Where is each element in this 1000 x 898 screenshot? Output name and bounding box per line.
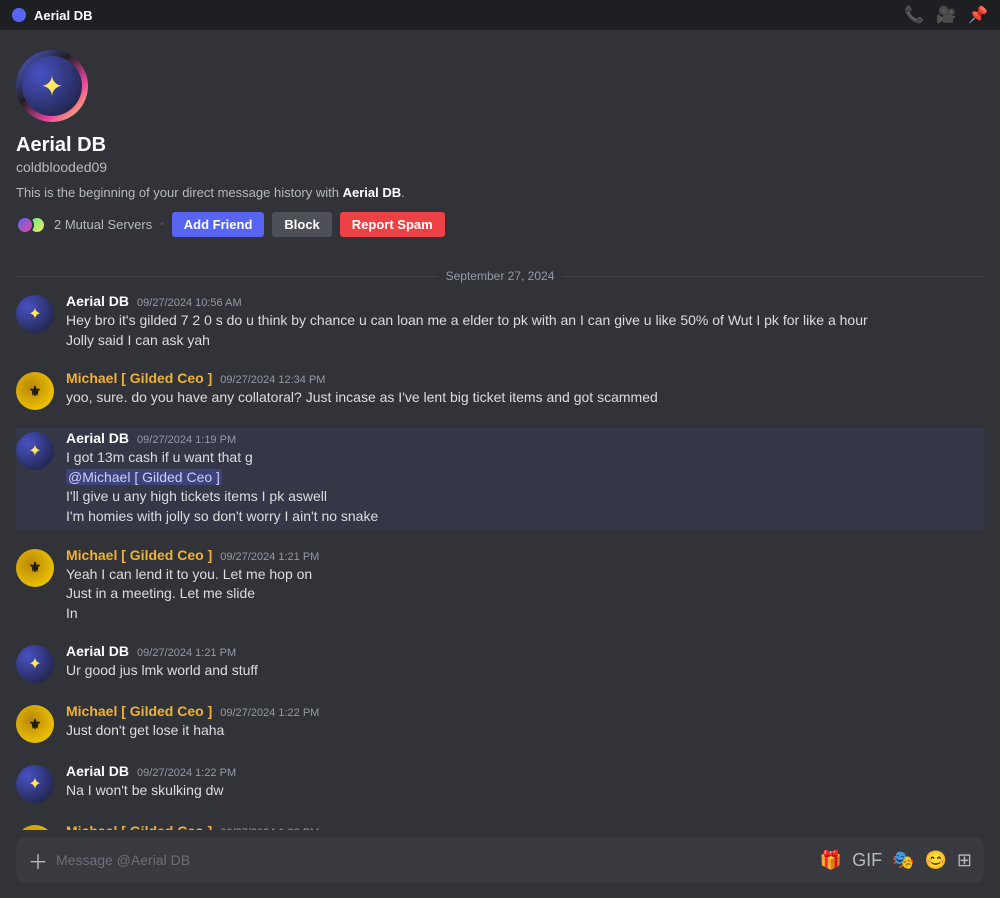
app-icon — [12, 8, 26, 22]
message-header: Aerial DB 09/27/2024 1:19 PM — [66, 430, 984, 446]
message-header: Aerial DB 09/27/2024 1:21 PM — [66, 643, 984, 659]
message-header: Michael [ Gilded Ceo ] 09/27/2024 1:21 PM — [66, 547, 984, 563]
message-header: Michael [ Gilded Ceo ] 09/27/2024 1:22 PM — [66, 703, 984, 719]
message-avatar: ✦ — [16, 645, 54, 683]
message-content: Michael [ Gilded Ceo ] 09/27/2024 1:22 PM… — [66, 703, 984, 743]
emoji-icon[interactable]: 😊 — [924, 850, 946, 871]
message-timestamp: 09/27/2024 1:21 PM — [220, 551, 319, 563]
title-bar-left: Aerial DB — [12, 8, 93, 23]
message-content: Aerial DB 09/27/2024 1:21 PM Ur good jus l… — [66, 643, 984, 683]
title-bar-right: 📞 🎥 📌 — [904, 5, 988, 25]
avatar-large: ✦ — [16, 50, 88, 122]
message-line: Yeah I can lend it to you. Let me hop on — [66, 565, 984, 585]
message-line: Just don't get lose it haha — [66, 721, 984, 741]
message-content: Michael [ Gilded Ceo ] 09/27/2024 1:21 PM… — [66, 547, 984, 624]
message-header: Aerial DB 09/27/2024 1:22 PM — [66, 763, 984, 779]
sticker-icon[interactable]: 🎭 — [892, 850, 914, 871]
video-icon[interactable]: 🎥 — [936, 5, 956, 25]
input-icons: 🎁 GIF 🎭 😊 ⊞ — [820, 850, 972, 871]
message-author: Michael [ Gilded Ceo ] — [66, 823, 212, 830]
display-name: Aerial DB — [16, 134, 984, 157]
gift-icon[interactable]: 🎁 — [820, 850, 842, 871]
message-line: In — [66, 604, 984, 624]
message-content: Aerial DB 09/27/2024 1:22 PM Na I won't be… — [66, 763, 984, 803]
message-author: Aerial DB — [66, 293, 129, 309]
message-group: ⚜ Michael [ Gilded Ceo ] 09/27/2024 1:22 P… — [16, 701, 984, 745]
dm-history-text: This is the beginning of your direct mes… — [16, 185, 984, 200]
input-wrapper: ＋ 🎁 GIF 🎭 😊 ⊞ — [16, 838, 984, 882]
message-avatar: ✦ — [16, 295, 54, 333]
message-author: Aerial DB — [66, 430, 129, 446]
message-line: I'm homies with jolly so don't worry I a… — [66, 507, 984, 527]
mention-tag: @Michael [ Gilded Ceo ] — [66, 469, 222, 485]
message-avatar: ⚜ — [16, 705, 54, 743]
dot-separator: • — [160, 219, 164, 230]
message-group: ✦ Aerial DB 09/27/2024 1:19 PM I got 13m ca… — [16, 428, 984, 528]
message-line: Just in a meeting. Let me slide — [66, 584, 984, 604]
message-header: Michael [ Gilded Ceo ]09/27/2024 1:23 PM — [66, 823, 984, 830]
message-content: Michael [ Gilded Ceo ]09/27/2024 1:23 PM… — [66, 823, 984, 830]
date-line-right — [562, 276, 984, 277]
input-area: ＋ 🎁 GIF 🎭 😊 ⊞ — [0, 830, 1000, 898]
message-timestamp: 09/27/2024 12:34 PM — [220, 374, 325, 386]
mutual-row: 2 Mutual Servers • Add Friend Block Repo… — [16, 212, 984, 237]
username: coldblooded09 — [16, 159, 984, 175]
message-line: I got 13m cash if u want that g — [66, 448, 984, 468]
message-group: ✦ Aerial DB 09/27/2024 10:56 AM Hey bro it'… — [16, 291, 984, 352]
message-avatar: ⚜ — [16, 372, 54, 410]
gif-icon[interactable]: GIF — [852, 850, 882, 871]
message-avatar: ✦ — [16, 432, 54, 470]
avatar-inner: ✦ — [22, 56, 82, 116]
message-author: Aerial DB — [66, 643, 129, 659]
pin-icon[interactable]: 📌 — [968, 5, 988, 25]
message-timestamp: 09/27/2024 1:19 PM — [137, 434, 236, 446]
message-content: Michael [ Gilded Ceo ] 09/27/2024 12:34 P… — [66, 370, 984, 410]
title-bar-title: Aerial DB — [34, 8, 93, 23]
report-spam-button[interactable]: Report Spam — [340, 212, 445, 237]
message-avatar: ✦ — [16, 765, 54, 803]
message-header: Aerial DB 09/27/2024 10:56 AM — [66, 293, 984, 309]
message-line: Ur good jus lmk world and stuff — [66, 661, 984, 681]
message-author: Michael [ Gilded Ceo ] — [66, 547, 212, 563]
profile-header: ✦ Aerial DB coldblooded09 This is the be… — [0, 30, 1000, 261]
date-separator: September 27, 2024 — [0, 261, 1000, 291]
date-line-left — [16, 276, 438, 277]
apps-icon[interactable]: ⊞ — [957, 850, 972, 871]
message-author: Michael [ Gilded Ceo ] — [66, 370, 212, 386]
message-input[interactable] — [56, 842, 812, 878]
message-timestamp: 09/27/2024 10:56 AM — [137, 297, 242, 309]
message-content: Aerial DB 09/27/2024 10:56 AM Hey bro it's… — [66, 293, 984, 350]
message-author: Michael [ Gilded Ceo ] — [66, 703, 212, 719]
title-bar: Aerial DB 📞 🎥 📌 — [0, 0, 1000, 30]
mutual-avatar-1 — [16, 216, 34, 234]
message-timestamp: 09/27/2024 1:21 PM — [137, 647, 236, 659]
date-sep-text: September 27, 2024 — [446, 269, 555, 283]
mutual-avatars — [16, 216, 46, 234]
message-group: ⚜Michael [ Gilded Ceo ]09/27/2024 1:23 P… — [16, 821, 984, 830]
mutual-servers-label: 2 Mutual Servers — [54, 217, 152, 232]
message-header: Michael [ Gilded Ceo ] 09/27/2024 12:34 P… — [66, 370, 984, 386]
message-group: ✦ Aerial DB 09/27/2024 1:22 PM Na I won't b… — [16, 761, 984, 805]
message-line: Na I won't be skulking dw — [66, 781, 984, 801]
add-attachment-button[interactable]: ＋ — [28, 846, 48, 875]
message-group: ⚜ Michael [ Gilded Ceo ] 09/27/2024 1:21 P… — [16, 545, 984, 626]
phone-icon[interactable]: 📞 — [904, 5, 924, 25]
avatar-star-icon: ✦ — [40, 70, 63, 103]
message-group: ✦ Aerial DB 09/27/2024 1:21 PM Ur good jus … — [16, 641, 984, 685]
message-line: Jolly said I can ask yah — [66, 331, 984, 351]
add-friend-button[interactable]: Add Friend — [172, 212, 265, 237]
message-timestamp: 09/27/2024 1:22 PM — [220, 707, 319, 719]
message-avatar: ⚜ — [16, 549, 54, 587]
message-line: Hey bro it's gilded 7 2 0 s do u think b… — [66, 311, 984, 331]
message-author: Aerial DB — [66, 763, 129, 779]
message-line: yoo, sure. do you have any collatoral? J… — [66, 388, 984, 408]
message-line: @Michael [ Gilded Ceo ] — [66, 468, 984, 488]
main-content: ✦ Aerial DB coldblooded09 This is the be… — [0, 30, 1000, 898]
block-button[interactable]: Block — [272, 212, 331, 237]
message-timestamp: 09/27/2024 1:22 PM — [137, 767, 236, 779]
message-group: ⚜ Michael [ Gilded Ceo ] 09/27/2024 12:34 … — [16, 368, 984, 412]
message-content: Aerial DB 09/27/2024 1:19 PM I got 13m cas… — [66, 430, 984, 526]
messages-area[interactable]: ✦ Aerial DB 09/27/2024 10:56 AM Hey bro it'… — [0, 291, 1000, 830]
message-line: I'll give u any high tickets items I pk … — [66, 487, 984, 507]
